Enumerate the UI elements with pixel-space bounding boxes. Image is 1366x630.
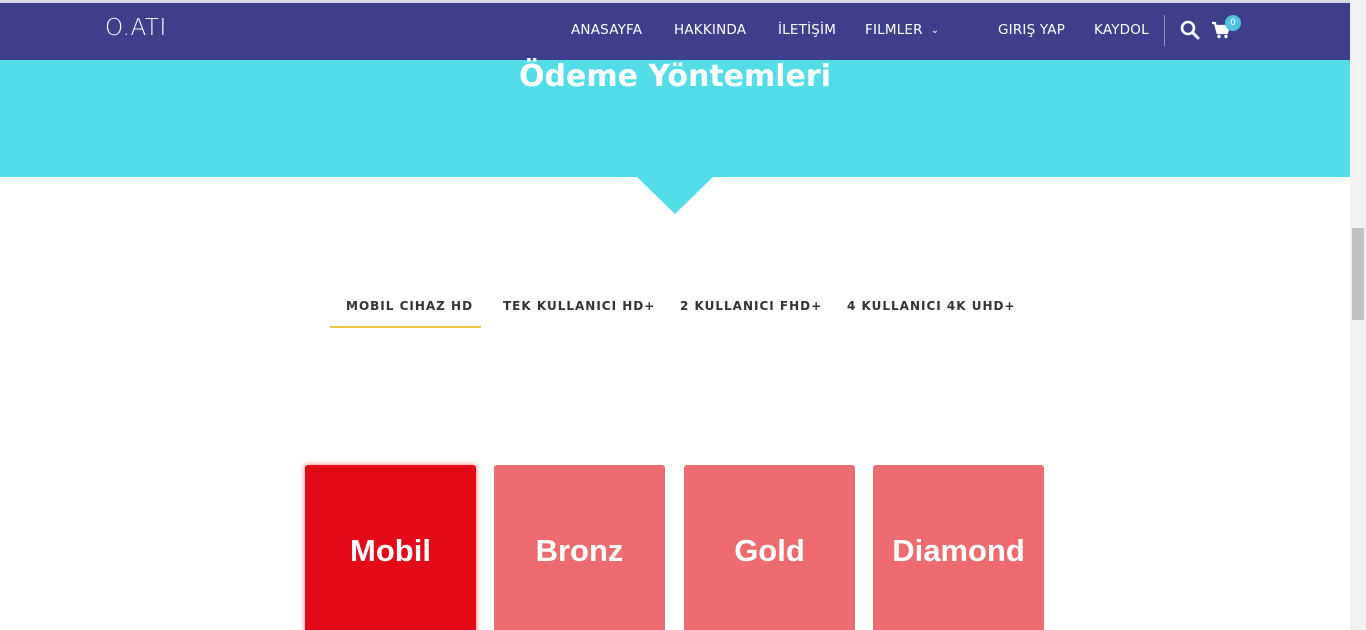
- navbar: O.ATI ANASAYFA HAKKINDA İLETİŞİM FILMLER…: [0, 3, 1350, 60]
- nav-item-anasayfa[interactable]: ANASAYFA: [571, 22, 642, 38]
- active-tab-indicator: [330, 326, 481, 328]
- nav-divider: [1164, 15, 1165, 46]
- nav-item-filmler-label: FILMLER: [865, 22, 923, 38]
- tab-tek-kullanici-hd[interactable]: TEK KULLANICI HD+: [503, 299, 655, 313]
- tab-2-kullanici-fhd[interactable]: 2 KULLANICI FHD+: [680, 299, 822, 313]
- plan-card-diamond[interactable]: Diamond: [873, 465, 1044, 630]
- hero-pointer: [636, 176, 714, 214]
- plan-card-mobil[interactable]: Mobil: [305, 465, 476, 630]
- plan-card-label: Bronz: [535, 533, 624, 568]
- search-icon[interactable]: [1180, 20, 1200, 40]
- nav-item-filmler[interactable]: FILMLER ⌄: [865, 22, 939, 38]
- site-logo[interactable]: O.ATI: [105, 15, 167, 41]
- register-link[interactable]: KAYDOL: [1094, 22, 1149, 38]
- plan-card-label: Gold: [734, 533, 805, 568]
- login-link[interactable]: GIRIŞ YAP: [998, 22, 1065, 38]
- tab-mobil-cihaz-hd[interactable]: MOBIL CIHAZ HD: [346, 299, 473, 313]
- nav-item-hakkinda[interactable]: HAKKINDA: [674, 22, 746, 38]
- plan-card-label: Diamond: [892, 533, 1025, 568]
- plan-card-label: Mobil: [350, 533, 431, 568]
- nav-item-iletisim[interactable]: İLETİŞİM: [778, 22, 836, 38]
- plan-card-gold[interactable]: Gold: [684, 465, 855, 630]
- page: O.ATI ANASAYFA HAKKINDA İLETİŞİM FILMLER…: [0, 0, 1366, 630]
- page-title: Ödeme Yöntemleri: [519, 59, 831, 94]
- tab-4-kullanici-4k-uhd[interactable]: 4 KULLANICI 4K UHD+: [847, 299, 1016, 313]
- chevron-down-icon: ⌄: [930, 25, 940, 36]
- plan-card-bronz[interactable]: Bronz: [494, 465, 665, 630]
- scrollbar-thumb[interactable]: [1352, 228, 1364, 320]
- cart-count-badge: 0: [1225, 15, 1241, 31]
